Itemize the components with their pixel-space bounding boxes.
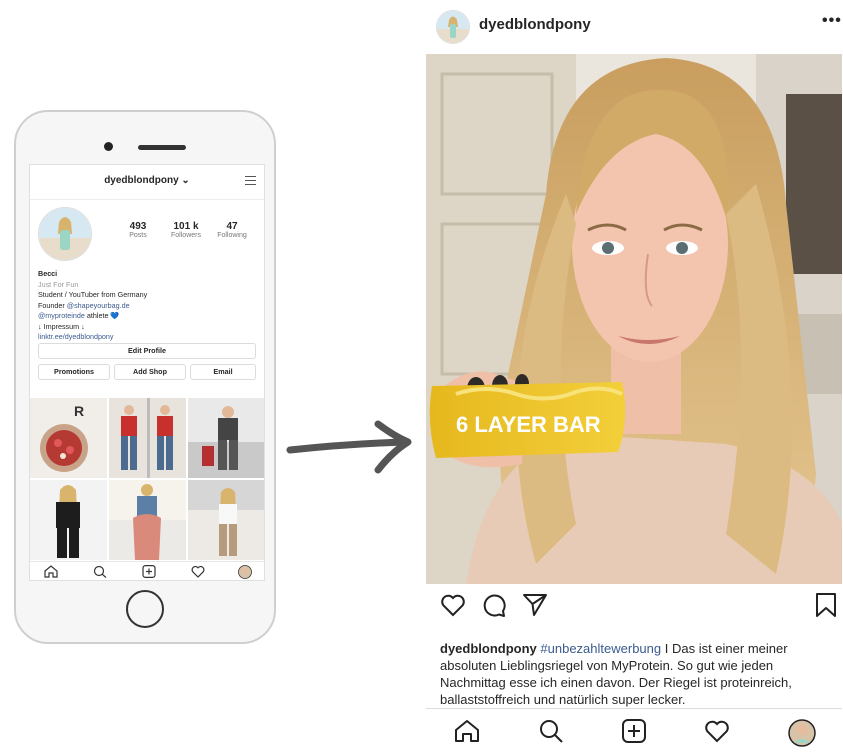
grid-post-6[interactable] bbox=[188, 480, 264, 560]
bio-line-1: Student / YouTuber from Germany bbox=[38, 290, 148, 299]
profile-avatar-icon[interactable] bbox=[238, 565, 252, 579]
add-post-icon[interactable] bbox=[621, 719, 647, 743]
grid-post-4[interactable] bbox=[30, 480, 107, 560]
profile-avatar[interactable] bbox=[38, 207, 92, 261]
post-author-avatar[interactable] bbox=[436, 10, 470, 44]
myprotein-link[interactable]: @myproteinde bbox=[38, 311, 85, 320]
home-icon[interactable] bbox=[454, 719, 480, 743]
profile-header: dyedblondpony ⌄ bbox=[30, 165, 264, 200]
shapeyourbag-link[interactable]: @shapeyourbag.de bbox=[67, 301, 130, 310]
followers-stat[interactable]: 101 k Followers bbox=[161, 221, 211, 239]
hamburger-menu-icon[interactable] bbox=[245, 176, 256, 185]
home-icon[interactable] bbox=[44, 565, 58, 578]
grid-post-3[interactable] bbox=[188, 398, 264, 478]
search-icon[interactable] bbox=[93, 565, 107, 578]
like-heart-icon[interactable] bbox=[440, 592, 466, 618]
bookmark-icon[interactable] bbox=[814, 592, 838, 618]
email-button[interactable]: Email bbox=[190, 364, 256, 380]
grid-post-5[interactable] bbox=[109, 480, 186, 560]
edit-profile-button[interactable]: Edit Profile bbox=[38, 343, 256, 359]
grid-post-1[interactable]: R bbox=[30, 398, 107, 478]
post-author-username[interactable]: dyedblondpony bbox=[479, 16, 591, 33]
phone-camera bbox=[104, 142, 113, 151]
profile-screen: dyedblondpony ⌄ 493 Posts 101 k Follower… bbox=[29, 164, 265, 581]
grid-post-2[interactable] bbox=[109, 398, 186, 478]
more-options-icon[interactable]: ••• bbox=[822, 12, 842, 30]
linktree-link[interactable]: linktr.ee/dyedblondpony bbox=[38, 332, 258, 343]
share-icon[interactable] bbox=[522, 592, 548, 618]
comment-icon[interactable] bbox=[481, 592, 507, 618]
profile-avatar-icon[interactable] bbox=[788, 719, 816, 747]
post-bottom-nav bbox=[426, 708, 842, 752]
bio-line-2: Founder @shapeyourbag.de bbox=[38, 300, 130, 310]
following-stat[interactable]: 47 Following bbox=[207, 221, 257, 239]
post-caption: dyedblondpony #unbezahltewerbung I Das i… bbox=[440, 640, 830, 708]
arrow-right-icon bbox=[286, 420, 412, 474]
search-icon[interactable] bbox=[538, 719, 564, 743]
phone-home-button[interactable] bbox=[126, 590, 164, 628]
bio-line-4: ↓ Impressum ↓ bbox=[38, 321, 85, 331]
bio-name: Becci bbox=[38, 269, 58, 278]
posts-stat[interactable]: 493 Posts bbox=[113, 221, 163, 239]
heart-icon[interactable] bbox=[191, 565, 205, 578]
bio-tagline: Just For Fun bbox=[38, 279, 79, 289]
post-photo[interactable]: 6 LAYER BAR bbox=[426, 54, 842, 584]
add-shop-button[interactable]: Add Shop bbox=[114, 364, 186, 380]
profile-bio: Becci Just For Fun Student / YouTuber fr… bbox=[38, 269, 258, 343]
heart-icon[interactable] bbox=[704, 719, 730, 743]
bar-label-text: 6 LAYER BAR bbox=[456, 412, 601, 437]
svg-text:R: R bbox=[74, 403, 84, 419]
profile-bottom-nav bbox=[30, 561, 264, 580]
promotions-button[interactable]: Promotions bbox=[38, 364, 110, 380]
phone-speaker bbox=[138, 145, 186, 150]
caption-username[interactable]: dyedblondpony bbox=[440, 641, 537, 656]
bio-line-3: @myproteinde athlete 💙 bbox=[38, 311, 120, 320]
caption-hashtag[interactable]: #unbezahltewerbung bbox=[540, 641, 661, 656]
profile-username[interactable]: dyedblondpony ⌄ bbox=[30, 175, 264, 186]
add-post-icon[interactable] bbox=[142, 565, 156, 578]
phone-mockup: dyedblondpony ⌄ 493 Posts 101 k Follower… bbox=[14, 110, 276, 644]
